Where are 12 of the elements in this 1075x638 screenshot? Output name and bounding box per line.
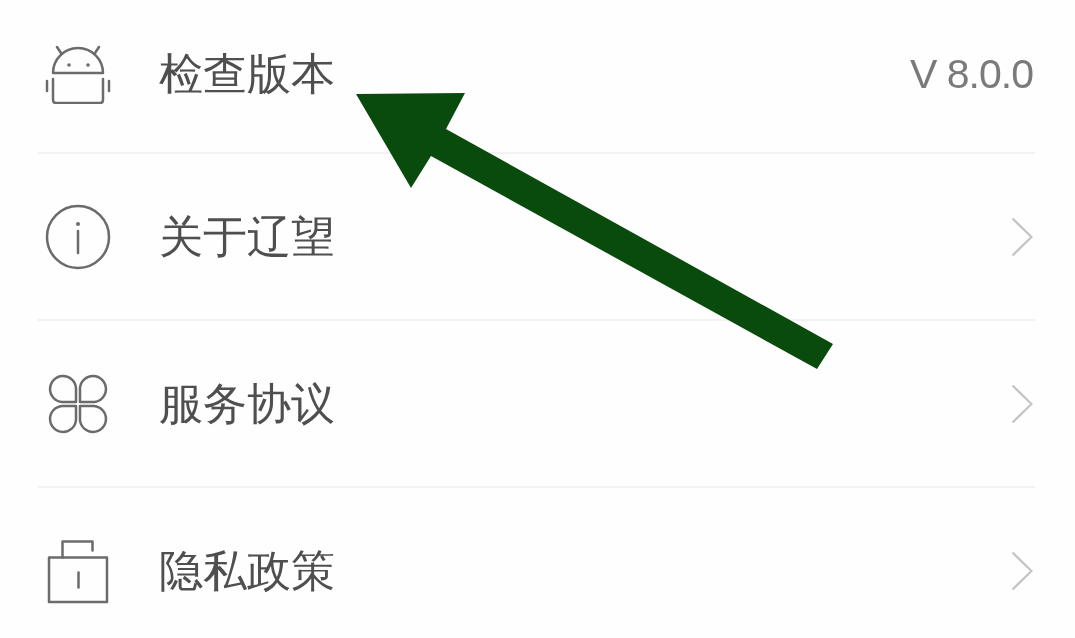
setting-label[interactable]: 检查版本 [159,52,335,96]
version-text: V 8.0.0 [910,53,1033,95]
setting-label[interactable]: 隐私政策 [159,548,335,593]
chevron-right-icon [1011,550,1033,591]
chevron-right-icon [1011,216,1033,257]
setting-label[interactable]: 关于辽望 [159,214,335,259]
four-petal-icon [47,372,109,435]
unlocked-padlock-icon [47,537,109,604]
android-robot-icon [45,44,111,104]
info-icon [45,203,111,270]
setting-label[interactable]: 服务协议 [159,381,335,426]
chevron-right-icon [1011,383,1033,424]
